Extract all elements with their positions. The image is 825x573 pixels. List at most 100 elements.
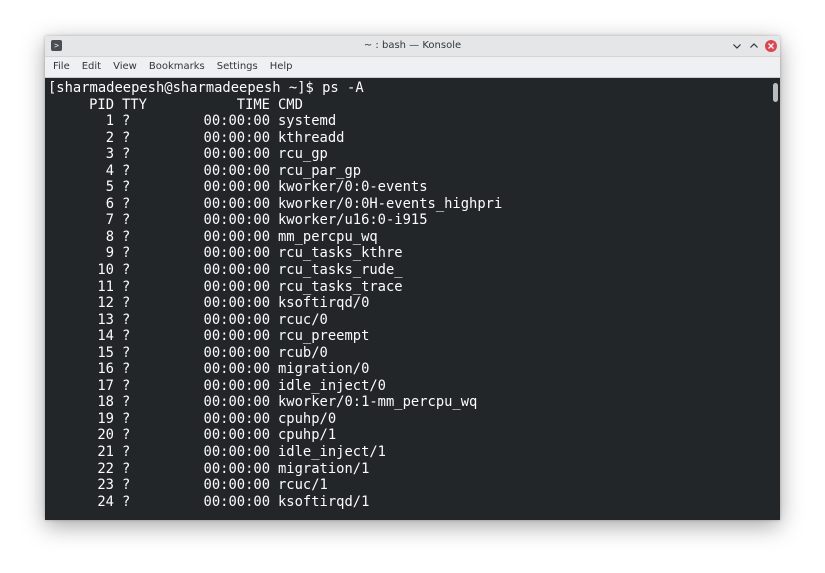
pid-cell: 17 xyxy=(97,377,114,394)
title-bar[interactable]: > ~ : bash — Konsole xyxy=(45,36,780,57)
time-cell: 00:00:00 xyxy=(203,311,270,328)
menu-help[interactable]: Help xyxy=(265,57,298,77)
table-row: 18? 00:00:00 kworker/0:1-mm_percpu_wq xyxy=(48,394,780,411)
table-header: PID TTY TIME CMD xyxy=(48,97,780,114)
time-cell: 00:00:00 xyxy=(203,344,270,361)
table-row: 13? 00:00:00 rcuc/0 xyxy=(48,312,780,329)
cmd-cell: cpuhp/0 xyxy=(278,410,337,427)
table-row: 10? 00:00:00 rcu_tasks_rude_ xyxy=(48,262,780,279)
pid-cell: 7 xyxy=(105,212,114,229)
table-row: 11? 00:00:00 rcu_tasks_trace xyxy=(48,279,780,296)
pid-cell: 22 xyxy=(97,460,114,477)
pid-cell: 9 xyxy=(105,245,114,262)
cmd-cell: rcu_preempt xyxy=(278,328,370,345)
header-tty: TTY xyxy=(122,96,147,113)
table-row: 7? 00:00:00 kworker/u16:0-i915 xyxy=(48,212,780,229)
pid-cell: 24 xyxy=(97,493,114,510)
table-row: 17? 00:00:00 idle_inject/0 xyxy=(48,378,780,395)
chevron-down-icon xyxy=(733,44,741,49)
header-pid: PID xyxy=(89,96,114,113)
close-button-circle xyxy=(765,40,777,52)
tty-cell: ? xyxy=(122,162,131,179)
process-list: 1? 00:00:00 systemd 2? 00:00:00 kthreadd 3? 00:… xyxy=(48,113,780,510)
cmd-cell: kworker/0:1-mm_percpu_wq xyxy=(278,394,478,411)
pid-cell: 4 xyxy=(105,162,114,179)
pid-cell: 12 xyxy=(97,295,114,312)
tty-cell: ? xyxy=(122,444,131,461)
table-row: 1? 00:00:00 systemd xyxy=(48,113,780,130)
cmd-cell: idle_inject/0 xyxy=(278,377,386,394)
time-cell: 00:00:00 xyxy=(203,228,270,245)
scrollbar-handle[interactable] xyxy=(773,83,778,102)
close-icon xyxy=(768,43,774,49)
menu-bookmarks[interactable]: Bookmarks xyxy=(144,57,210,77)
cmd-cell: kworker/0:0H-events_highpri xyxy=(278,195,503,212)
time-cell: 00:00:00 xyxy=(203,460,270,477)
time-cell: 00:00:00 xyxy=(203,113,270,130)
table-row: 24? 00:00:00 ksoftirqd/1 xyxy=(48,494,780,511)
table-row: 9? 00:00:00 rcu_tasks_kthre xyxy=(48,245,780,262)
time-cell: 00:00:00 xyxy=(203,212,270,229)
table-row: 22? 00:00:00 migration/1 xyxy=(48,461,780,478)
tty-cell: ? xyxy=(122,146,131,163)
time-cell: 00:00:00 xyxy=(203,295,270,312)
pid-cell: 13 xyxy=(97,311,114,328)
time-cell: 00:00:00 xyxy=(203,245,270,262)
pid-cell: 1 xyxy=(105,113,114,130)
header-cmd: CMD xyxy=(278,96,303,113)
cmd-cell: systemd xyxy=(278,113,337,130)
cmd-cell: ksoftirqd/1 xyxy=(278,493,370,510)
pid-cell: 21 xyxy=(97,444,114,461)
tty-cell: ? xyxy=(122,179,131,196)
pid-cell: 8 xyxy=(105,228,114,245)
pid-cell: 2 xyxy=(105,129,114,146)
menu-bar: File Edit View Bookmarks Settings Help xyxy=(45,57,780,78)
minimize-button[interactable] xyxy=(730,39,744,53)
time-cell: 00:00:00 xyxy=(203,278,270,295)
pid-cell: 11 xyxy=(97,278,114,295)
time-cell: 00:00:00 xyxy=(203,129,270,146)
menu-view[interactable]: View xyxy=(108,57,142,77)
tty-cell: ? xyxy=(122,113,131,130)
menu-settings[interactable]: Settings xyxy=(212,57,263,77)
tty-cell: ? xyxy=(122,377,131,394)
window-title: ~ : bash — Konsole xyxy=(363,40,462,51)
table-row: 14? 00:00:00 rcu_preempt xyxy=(48,328,780,345)
pid-cell: 18 xyxy=(97,394,114,411)
tty-cell: ? xyxy=(122,212,131,229)
menu-edit[interactable]: Edit xyxy=(77,57,106,77)
tty-cell: ? xyxy=(122,493,131,510)
cmd-cell: ksoftirqd/0 xyxy=(278,295,370,312)
cmd-cell: rcu_tasks_rude_ xyxy=(278,262,403,279)
cmd-cell: migration/1 xyxy=(278,460,370,477)
time-cell: 00:00:00 xyxy=(203,262,270,279)
table-row: 21? 00:00:00 idle_inject/1 xyxy=(48,444,780,461)
table-row: 8? 00:00:00 mm_percpu_wq xyxy=(48,229,780,246)
maximize-button[interactable] xyxy=(747,39,761,53)
table-row: 15? 00:00:00 rcub/0 xyxy=(48,345,780,362)
time-cell: 00:00:00 xyxy=(203,377,270,394)
time-cell: 00:00:00 xyxy=(203,477,270,494)
close-button[interactable] xyxy=(764,39,778,53)
table-row: 20? 00:00:00 cpuhp/1 xyxy=(48,427,780,444)
pid-cell: 6 xyxy=(105,195,114,212)
table-row: 4? 00:00:00 rcu_par_gp xyxy=(48,163,780,180)
time-cell: 00:00:00 xyxy=(203,195,270,212)
pid-cell: 15 xyxy=(97,344,114,361)
pid-cell: 19 xyxy=(97,410,114,427)
cmd-cell: rcu_tasks_kthre xyxy=(278,245,403,262)
cmd-cell: migration/0 xyxy=(278,361,370,378)
konsole-window: > ~ : bash — Konsole File Edit View Book… xyxy=(45,36,780,520)
time-cell: 00:00:00 xyxy=(203,162,270,179)
tty-cell: ? xyxy=(122,295,131,312)
cmd-cell: idle_inject/1 xyxy=(278,444,386,461)
time-cell: 00:00:00 xyxy=(203,427,270,444)
pid-cell: 16 xyxy=(97,361,114,378)
tty-cell: ? xyxy=(122,228,131,245)
tty-cell: ? xyxy=(122,278,131,295)
tty-cell: ? xyxy=(122,477,131,494)
pid-cell: 23 xyxy=(97,477,114,494)
menu-file[interactable]: File xyxy=(48,57,75,77)
tty-cell: ? xyxy=(122,427,131,444)
terminal-output[interactable]: [sharmadeepesh@sharmadeepesh ~]$ ps -A PI… xyxy=(45,78,780,520)
